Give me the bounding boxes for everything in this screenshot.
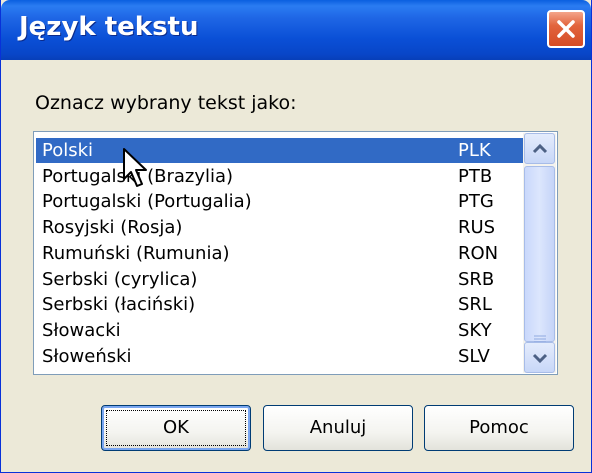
language-code: PLK (458, 140, 491, 161)
language-code: PTB (458, 165, 493, 187)
list-item[interactable]: Rosyjski (Rosja) RUS (36, 215, 524, 240)
scroll-up-button[interactable] (524, 133, 555, 164)
language-name: Rosyjski (Rosja) (42, 217, 183, 239)
window-title: Język tekstu (19, 12, 199, 42)
language-name: Polski (42, 140, 94, 161)
mouse-pointer-icon (123, 148, 147, 187)
prompt-label: Oznacz wybrany tekst jako: (35, 92, 297, 114)
language-code: SKY (458, 319, 492, 341)
language-name: Serbski (łaciński) (42, 294, 196, 316)
list-item[interactable]: Serbski (cyrylica) SRB (36, 267, 524, 292)
vertical-scrollbar[interactable] (523, 133, 556, 373)
language-code: SRL (458, 294, 492, 316)
language-name: Serbski (cyrylica) (42, 268, 198, 290)
dialog-window: Język tekstu Oznacz wybrany tekst jako: … (0, 0, 592, 473)
scroll-up-icon (532, 143, 548, 154)
list-item[interactable]: Serbski (łaciński) SRL (36, 292, 524, 317)
close-button[interactable] (547, 10, 585, 48)
cancel-button[interactable]: Anuluj (263, 405, 413, 451)
language-listbox[interactable]: Polski PLK Portugalski (Brazylia) PTB Portug… (33, 131, 558, 375)
language-name: Portugalski (Portugalia) (42, 191, 252, 213)
focus-rect (106, 410, 246, 446)
close-icon (557, 20, 575, 38)
title-bar[interactable]: Język tekstu (1, 0, 591, 60)
language-code: RUS (458, 217, 496, 239)
language-code: PTG (458, 191, 494, 213)
language-code: SRB (458, 268, 495, 290)
list-item[interactable]: Portugalski (Brazylia) PTB (36, 164, 524, 189)
list-item[interactable]: Słowacki SKY (36, 318, 524, 343)
scroll-down-button[interactable] (524, 342, 555, 373)
language-code: SLV (458, 345, 490, 367)
language-name: Słowacki (42, 319, 121, 341)
list-item[interactable]: Polski PLK (36, 138, 524, 163)
list-item[interactable]: Portugalski (Portugalia) PTG (36, 189, 524, 214)
language-name: Rumuński (Rumunia) (42, 242, 230, 264)
list-item[interactable]: Rumuński (Rumunia) RON (36, 241, 524, 266)
language-name: Słoweński (42, 345, 132, 367)
scrollbar-thumb[interactable] (524, 166, 555, 343)
list-item[interactable]: Słoweński SLV (36, 344, 524, 369)
ok-button[interactable]: OK (101, 405, 251, 451)
scroll-down-icon (532, 353, 548, 364)
language-code: RON (458, 242, 499, 264)
help-button[interactable]: Pomoc (424, 405, 574, 451)
